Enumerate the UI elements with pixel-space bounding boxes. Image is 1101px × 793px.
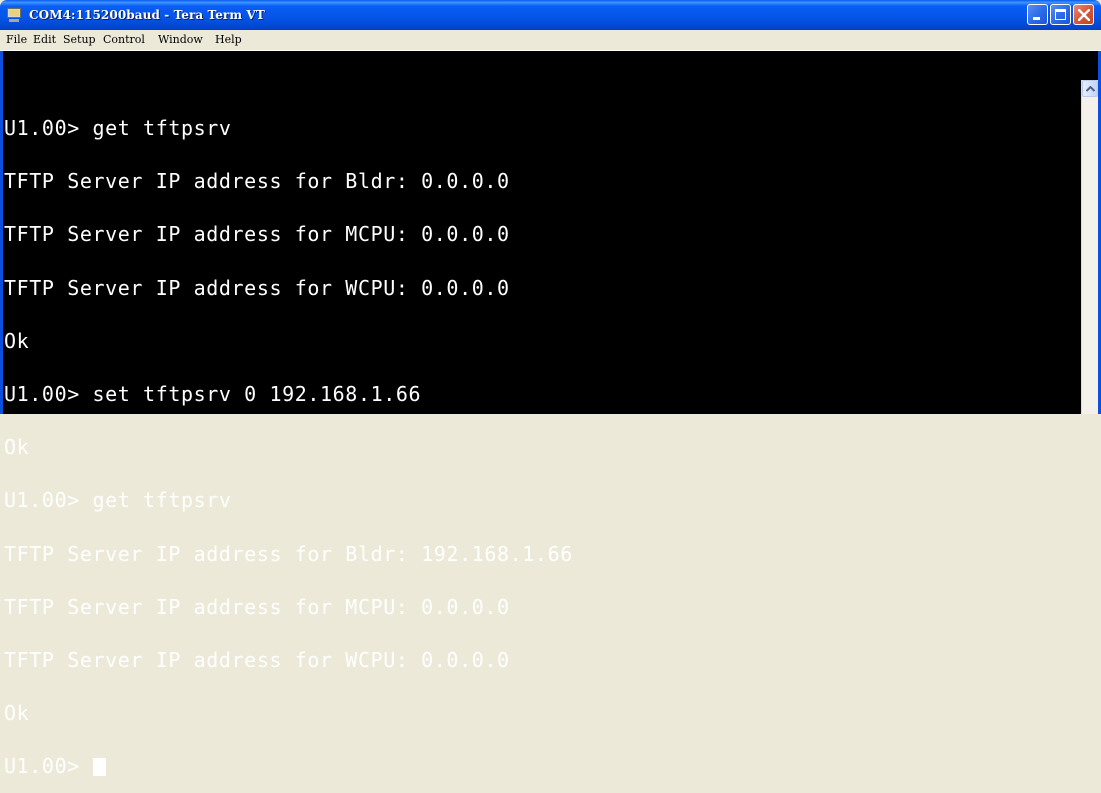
terminal-line: U1.00> set tftpsrv 0 192.168.1.66 [4,381,422,406]
terminal-line: Ok [4,435,30,460]
menu-help[interactable]: Help [215,33,242,46]
terminal-line: Ok [4,328,30,353]
scroll-up-arrow-icon [1086,86,1095,92]
vertical-scrollbar[interactable] [1081,80,1098,414]
terminal-line: U1.00> get tftpsrv [4,116,232,140]
menu-control[interactable]: Control [103,33,145,46]
terminal-line: Ok [4,701,30,726]
maximize-button[interactable] [1050,4,1071,25]
menu-file[interactable]: File [6,33,27,46]
terminal-line: TFTP Server IP address for MCPU: 0.0.0.0 [4,222,510,247]
terminal-app-icon[interactable] [6,7,22,23]
terminal-line: TFTP Server IP address for Bldr: 192.168… [4,541,573,566]
terminal-line: TFTP Server IP address for Bldr: 0.0.0.0 [4,169,510,194]
scroll-up-button[interactable] [1082,80,1098,97]
terminal-line: TFTP Server IP address for MCPU: 0.0.0.0 [4,594,510,619]
text-cursor [92,758,106,777]
terminal-line: TFTP Server IP address for WCPU: 0.0.0.0 [4,275,510,300]
terminal-output[interactable]: U1.00> get tftpsrv TFTP Server IP addres… [4,84,1069,793]
terminal-top-area [3,51,1098,80]
minimize-button[interactable] [1027,4,1048,25]
window-title: COM4:115200baud - Tera Term VT [29,8,265,22]
terminal-line: TFTP Server IP address for WCPU: 0.0.0.0 [4,647,510,672]
terminal-line: U1.00> get tftpsrv [4,488,232,513]
close-button[interactable] [1073,4,1094,25]
menu-window[interactable]: Window [158,33,203,46]
menu-setup[interactable]: Setup [63,33,96,46]
menu-bar: File Edit Setup Control Window Help [0,30,1101,51]
terminal-prompt: U1.00> [4,754,93,779]
minimize-icon [1033,17,1040,20]
close-icon [1078,9,1090,21]
title-bar[interactable]: COM4:115200baud - Tera Term VT [0,0,1101,30]
terminal-prompt-line: U1.00> [4,756,1069,777]
maximize-icon [1055,9,1066,20]
menu-edit[interactable]: Edit [33,33,56,46]
